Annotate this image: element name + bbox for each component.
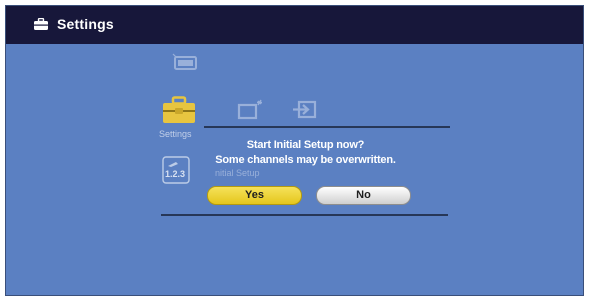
initial-setup-label: nitial Setup xyxy=(215,168,260,178)
top-separator xyxy=(204,126,450,128)
picture-settings-icon[interactable] xyxy=(236,98,266,122)
settings-toolbox-icon[interactable] xyxy=(162,96,196,124)
dialog-question: Start Initial Setup now? xyxy=(246,139,365,151)
no-button[interactable]: No xyxy=(316,186,411,205)
title-bar: Settings xyxy=(6,6,583,44)
settings-menu-label: Settings xyxy=(159,129,192,139)
tv-icon[interactable] xyxy=(172,53,198,71)
toolbox-icon xyxy=(34,18,48,30)
initial-setup-item[interactable]: 1.2.3 xyxy=(162,156,190,184)
yes-button[interactable]: Yes xyxy=(207,186,302,205)
window-title: Settings xyxy=(57,16,114,32)
bottom-separator xyxy=(161,214,448,216)
dialog-warning: Some channels may be overwritten. xyxy=(215,154,396,166)
tv-screen: Settings Settings 1.2.3 nitial Setup Sta… xyxy=(5,5,584,296)
input-source-icon[interactable] xyxy=(291,99,321,121)
initial-setup-icon-text: 1.2.3 xyxy=(165,169,186,179)
